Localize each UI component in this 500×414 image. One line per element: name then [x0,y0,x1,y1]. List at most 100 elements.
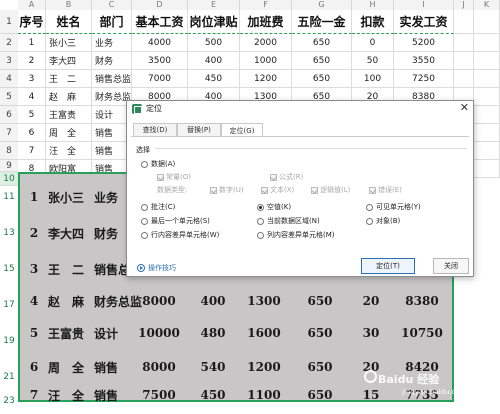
table-cell[interactable]: 业务 [92,34,132,52]
option-comment[interactable]: 批注(C) [141,202,175,212]
table-cell[interactable]: 50 [352,52,394,70]
selected-cell[interactable]: 汪 全 [48,386,94,404]
empty-cell[interactable] [474,70,500,88]
empty-cell[interactable] [454,52,474,70]
tab-find[interactable]: 查找(D) [133,123,177,136]
dialog-titlebar[interactable]: 定位 ✕ [127,101,473,117]
empty-cell[interactable] [474,142,500,160]
selected-cell[interactable]: 650 [290,292,350,310]
empty-cell[interactable] [474,88,500,106]
column-header[interactable]: C [92,0,132,10]
tips-link[interactable]: 操作技巧 [148,263,176,273]
row-header[interactable]: 5 [0,88,18,106]
selected-cell[interactable]: 540 [188,358,238,376]
selected-cell[interactable]: 450 [188,386,238,404]
table-cell[interactable]: 450 [188,70,240,88]
selected-cell[interactable]: 1 [20,188,48,206]
empty-cell[interactable] [474,34,500,52]
selected-cell[interactable]: 张小三 [48,188,94,206]
table-cell[interactable]: 张小三 [46,34,92,52]
column-header[interactable]: G [292,0,352,10]
table-header-cell[interactable]: 加班费 [240,10,292,34]
column-header[interactable]: B [46,0,92,10]
selected-cell[interactable]: 销售 [94,358,130,376]
column-header[interactable]: H [352,0,394,10]
row-header[interactable]: 4 [0,70,18,88]
empty-cell[interactable] [474,52,500,70]
selected-cell[interactable]: 15 [350,386,392,404]
selected-cell[interactable]: 400 [188,292,238,310]
table-cell[interactable]: 赵 麻 [46,88,92,106]
selected-cell[interactable]: 1600 [238,324,290,342]
table-cell[interactable]: 7250 [394,70,454,88]
selected-cell[interactable]: 8000 [130,358,188,376]
table-header-cell[interactable]: 五险一金 [292,10,352,34]
selected-cell[interactable]: 480 [188,324,238,342]
empty-cell[interactable] [454,70,474,88]
selected-cell[interactable]: 1200 [238,358,290,376]
selected-cell[interactable]: 10000 [130,324,188,342]
empty-cell[interactable] [454,34,474,52]
row-header[interactable]: 21 [0,370,18,384]
table-header-cell[interactable]: 基本工资 [132,10,188,34]
locate-button[interactable]: 定位(T) [361,258,415,274]
table-cell[interactable]: 0 [352,34,394,52]
selected-cell[interactable]: 8380 [392,292,452,310]
column-header[interactable]: I [394,0,454,10]
row-header[interactable]: 3 [0,52,18,70]
table-header-cell[interactable]: 姓名 [46,10,92,34]
table-cell[interactable]: 3 [18,70,46,88]
row-header[interactable]: 6 [0,106,18,124]
option-objects[interactable]: 对象(B) [366,216,400,226]
table-cell[interactable]: 650 [292,34,352,52]
table-cell[interactable]: 周 全 [46,124,92,142]
table-cell[interactable]: 400 [188,52,240,70]
selected-cell[interactable]: 10750 [392,324,452,342]
table-header-cell[interactable]: 实发工资 [394,10,454,34]
column-header[interactable]: D [132,0,188,10]
table-cell[interactable]: 7 [18,142,46,160]
play-icon[interactable] [137,264,145,272]
table-cell[interactable]: 5 [18,106,46,124]
table-cell[interactable]: 财务 [92,52,132,70]
column-header[interactable]: K [474,0,500,10]
row-header[interactable]: 11 [0,190,18,204]
table-cell[interactable]: 2000 [240,34,292,52]
option-visible-cells[interactable]: 可见单元格(Y) [366,202,421,212]
selected-cell[interactable]: 王富贵 [48,324,94,342]
column-header[interactable]: F [240,0,292,10]
column-header[interactable]: E [188,0,240,10]
selected-cell[interactable]: 王 二 [48,260,94,278]
selected-cell[interactable]: 销售 [94,386,130,404]
selected-cell[interactable]: 650 [290,386,350,404]
table-cell[interactable]: 4000 [132,34,188,52]
selected-cell[interactable]: 1100 [238,386,290,404]
row-header[interactable]: 15 [0,262,18,276]
selected-cell[interactable]: 周 全 [48,358,94,376]
table-cell[interactable]: 650 [292,70,352,88]
table-header-cell[interactable]: 部门 [92,10,132,34]
table-header-cell[interactable]: 序号 [18,10,46,34]
selected-cell[interactable]: 财务 [94,224,130,242]
table-cell[interactable]: 2 [18,52,46,70]
table-cell[interactable]: 1000 [240,52,292,70]
table-header-cell[interactable]: 岗位津贴 [188,10,240,34]
selected-cell[interactable]: 销售总 [94,260,130,278]
option-last-cell[interactable]: 最后一个单元格(S) [141,216,210,226]
selected-cell[interactable]: 7 [20,386,48,404]
option-blank[interactable]: 空值(K) [257,202,291,212]
table-cell[interactable]: 500 [188,34,240,52]
table-cell[interactable]: 王 二 [46,70,92,88]
option-col-diff[interactable]: 列内容差异单元格(M) [257,230,335,240]
row-header[interactable]: 10 [0,172,18,186]
table-cell[interactable]: 李大四 [46,52,92,70]
selected-cell[interactable]: 4 [20,292,48,310]
selected-cell[interactable]: 20 [350,292,392,310]
selected-cell[interactable]: 3 [20,260,48,278]
tab-replace[interactable]: 替换(P) [177,123,221,136]
table-cell[interactable]: 汪 全 [46,142,92,160]
table-cell[interactable]: 5200 [394,34,454,52]
row-header[interactable]: 2 [0,34,18,52]
selected-cell[interactable]: 业务 [94,188,130,206]
table-cell[interactable]: 7000 [132,70,188,88]
